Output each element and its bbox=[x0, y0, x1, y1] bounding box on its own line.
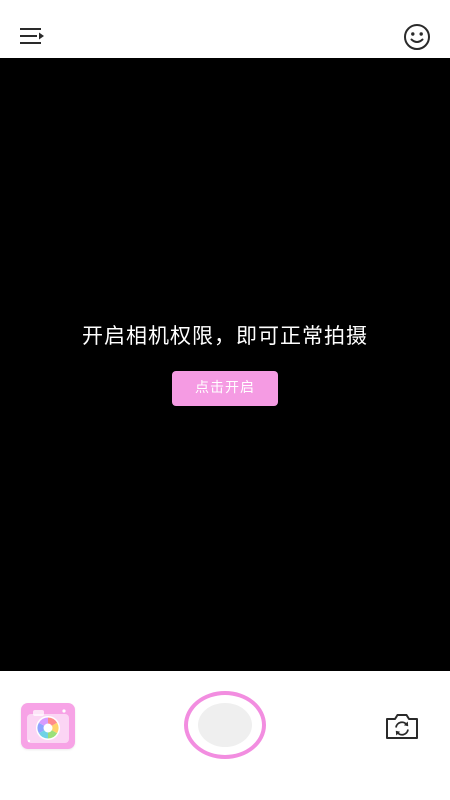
menu-button[interactable] bbox=[17, 22, 47, 50]
menu-lines-icon bbox=[20, 28, 44, 44]
smiley-face-icon bbox=[404, 24, 430, 50]
camera-album-icon bbox=[27, 709, 69, 743]
switch-camera-button[interactable] bbox=[384, 711, 420, 741]
bottom-bar bbox=[0, 671, 450, 800]
shutter-button[interactable] bbox=[184, 691, 266, 759]
gallery-button[interactable] bbox=[21, 703, 75, 749]
camera-viewfinder: 开启相机权限，即可正常拍摄 点击开启 bbox=[0, 58, 450, 671]
enable-camera-button[interactable]: 点击开启 bbox=[172, 371, 278, 406]
camera-app: 开启相机权限，即可正常拍摄 点击开启 bbox=[0, 0, 450, 800]
permission-message: 开启相机权限，即可正常拍摄 bbox=[82, 324, 368, 348]
switch-camera-icon bbox=[386, 714, 418, 739]
top-bar bbox=[0, 0, 450, 58]
profile-button[interactable] bbox=[401, 21, 433, 53]
shutter-icon bbox=[198, 703, 252, 747]
